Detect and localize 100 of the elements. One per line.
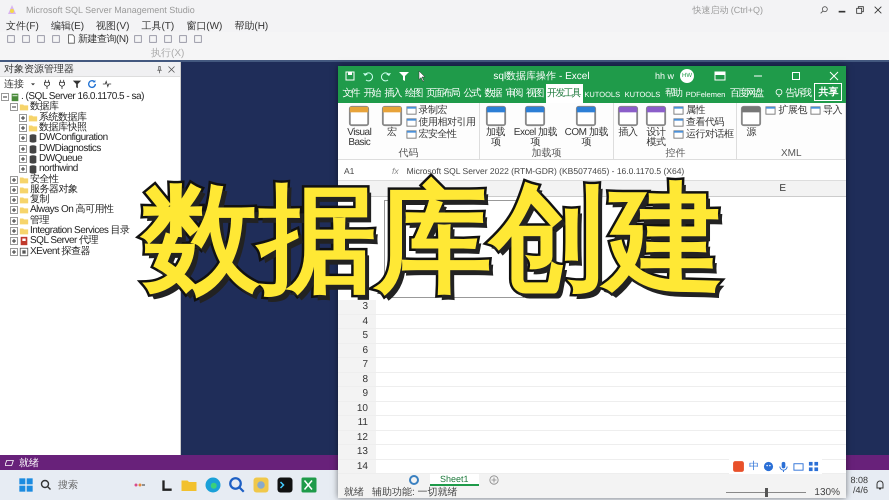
- ribbon-tab[interactable]: 百度网盘: [728, 84, 766, 103]
- tree-item[interactable]: 管理: [30, 216, 49, 226]
- menu-item[interactable]: 编辑(E): [50, 19, 84, 33]
- tree-item[interactable]: SQL Server 代理: [30, 236, 98, 246]
- toolbar-icon[interactable]: [163, 34, 174, 44]
- menu-item[interactable]: 视图(V): [96, 19, 130, 33]
- row-header[interactable]: 9: [338, 387, 376, 400]
- menu-item[interactable]: 窗口(W): [186, 19, 222, 33]
- ribbon-tab[interactable]: 文件: [341, 84, 362, 103]
- ribbon-tab[interactable]: 数据: [482, 84, 504, 103]
- expander-icon[interactable]: [19, 124, 27, 132]
- toolbar-icon[interactable]: [193, 34, 204, 44]
- new-query-button[interactable]: 新建查询(N): [66, 34, 128, 44]
- formula-field[interactable]: Microsoft SQL Server 2022 (RTM-GDR) (KB5077465) - 16.0.1170.5 (X64): [406, 166, 684, 176]
- ribbon-button[interactable]: 宏安全性: [406, 129, 476, 140]
- row-header[interactable]: 4: [338, 314, 376, 328]
- ribbon-tab[interactable]: 视图: [524, 84, 546, 103]
- ribbon-button[interactable]: 导入: [810, 105, 842, 116]
- share-button[interactable]: 共享: [814, 83, 842, 101]
- expander-icon[interactable]: [19, 134, 27, 142]
- expander-icon[interactable]: [10, 186, 18, 194]
- ribbon-button[interactable]: 加载项: [482, 105, 508, 148]
- row-header[interactable]: 6: [338, 344, 376, 357]
- start-icon[interactable]: [18, 477, 34, 493]
- terminal-icon[interactable]: [276, 476, 294, 494]
- ribbon-button[interactable]: 查看代码: [672, 117, 734, 128]
- settings-icon[interactable]: [408, 474, 420, 486]
- taskbar-search[interactable]: 搜索: [40, 478, 118, 492]
- plug-icon[interactable]: [57, 79, 67, 89]
- row-header[interactable]: 13: [338, 445, 376, 458]
- menu-item[interactable]: 帮助(H): [234, 19, 268, 33]
- ribbon-button[interactable]: 宏: [380, 105, 403, 148]
- tree-item[interactable]: 数据库快照: [39, 123, 86, 134]
- insert-function-button[interactable]: fx: [392, 166, 399, 176]
- redo-icon[interactable]: [380, 70, 392, 82]
- ribbon-display-icon[interactable]: [714, 70, 726, 82]
- ribbon-tab[interactable]: 帮助: [663, 84, 684, 103]
- activity-icon[interactable]: [102, 79, 112, 89]
- toolbar-icon[interactable]: [178, 34, 188, 44]
- pin-icon[interactable]: [155, 64, 164, 74]
- row-header[interactable]: 12: [338, 430, 376, 444]
- maximize-icon[interactable]: [790, 70, 802, 82]
- tree-item[interactable]: DWDiagnostics: [39, 144, 101, 154]
- toolbar-icon[interactable]: [133, 34, 144, 44]
- filter-icon[interactable]: [72, 79, 82, 89]
- ribbon-button[interactable]: 扩展包: [765, 105, 807, 116]
- tree-item[interactable]: Integration Services 目录: [30, 226, 130, 236]
- search-icon[interactable]: [819, 5, 829, 15]
- tree-item[interactable]: DWQueue: [39, 154, 82, 164]
- expander-icon[interactable]: [10, 237, 18, 246]
- tell-me-field[interactable]: 告诉我: [786, 86, 810, 100]
- input-method-icon[interactable]: [732, 460, 745, 472]
- save-icon[interactable]: [344, 70, 356, 82]
- ribbon-button[interactable]: 属性: [672, 105, 734, 116]
- spreadsheet-icon[interactable]: [300, 476, 318, 494]
- tree-item[interactable]: 安全性: [30, 174, 58, 185]
- toolbar-icon[interactable]: [148, 34, 158, 44]
- ribbon-button[interactable]: COM 加载项: [562, 105, 610, 148]
- ribbon-button[interactable]: 运行对话框: [672, 129, 734, 140]
- expander-icon[interactable]: [10, 248, 18, 256]
- accessibility-status[interactable]: 辅助功能: 一切就绪: [372, 485, 458, 499]
- ribbon-tab[interactable]: 绘图: [404, 84, 425, 103]
- close-icon[interactable]: [167, 64, 176, 74]
- ribbon-tab[interactable]: 页面布局: [424, 84, 462, 103]
- connect-button[interactable]: 连接: [4, 77, 24, 91]
- undo-icon[interactable]: [362, 70, 374, 82]
- input-mode[interactable]: 中: [749, 459, 759, 473]
- tree-item[interactable]: 系统数据库: [39, 112, 86, 123]
- expander-icon[interactable]: [10, 227, 18, 235]
- column-header[interactable]: E: [779, 182, 786, 194]
- expander-icon[interactable]: [19, 154, 27, 163]
- row-header[interactable]: 11: [338, 416, 376, 430]
- zoom-level[interactable]: 130%: [814, 486, 840, 498]
- row-header[interactable]: 7: [338, 358, 376, 372]
- microphone-icon[interactable]: [778, 460, 789, 472]
- ribbon-button[interactable]: 插入: [617, 105, 640, 148]
- expander-icon[interactable]: [10, 216, 18, 225]
- expander-icon[interactable]: [10, 206, 18, 214]
- tree-item[interactable]: northwind: [39, 164, 78, 174]
- sheet-tab[interactable]: Sheet1: [430, 474, 479, 486]
- expander-icon[interactable]: [10, 176, 18, 184]
- smiley-icon[interactable]: [763, 460, 774, 472]
- ribbon-tab[interactable]: 开始: [362, 84, 383, 103]
- tree-item[interactable]: DWConfiguration: [39, 133, 108, 144]
- tree-item[interactable]: XEvent 探查器: [30, 246, 90, 257]
- row-header[interactable]: 10: [338, 402, 376, 415]
- add-icon[interactable]: [488, 475, 499, 485]
- ribbon-button[interactable]: 录制宏: [406, 105, 476, 116]
- keyboard-icon[interactable]: [793, 460, 804, 472]
- plug-icon[interactable]: [42, 79, 52, 89]
- tree-item[interactable]: 数据库: [30, 102, 58, 112]
- magnifier-icon[interactable]: [228, 476, 246, 494]
- expander-icon[interactable]: [19, 144, 27, 153]
- task-view-icon[interactable]: [160, 478, 174, 492]
- ribbon-button[interactable]: 设计模式: [642, 105, 670, 148]
- notification-icon[interactable]: [874, 479, 886, 491]
- ribbon-button[interactable]: Excel 加载项: [511, 105, 560, 148]
- row-header[interactable]: 8: [338, 372, 376, 386]
- expander-icon[interactable]: [1, 93, 9, 102]
- name-box[interactable]: A1: [344, 166, 384, 176]
